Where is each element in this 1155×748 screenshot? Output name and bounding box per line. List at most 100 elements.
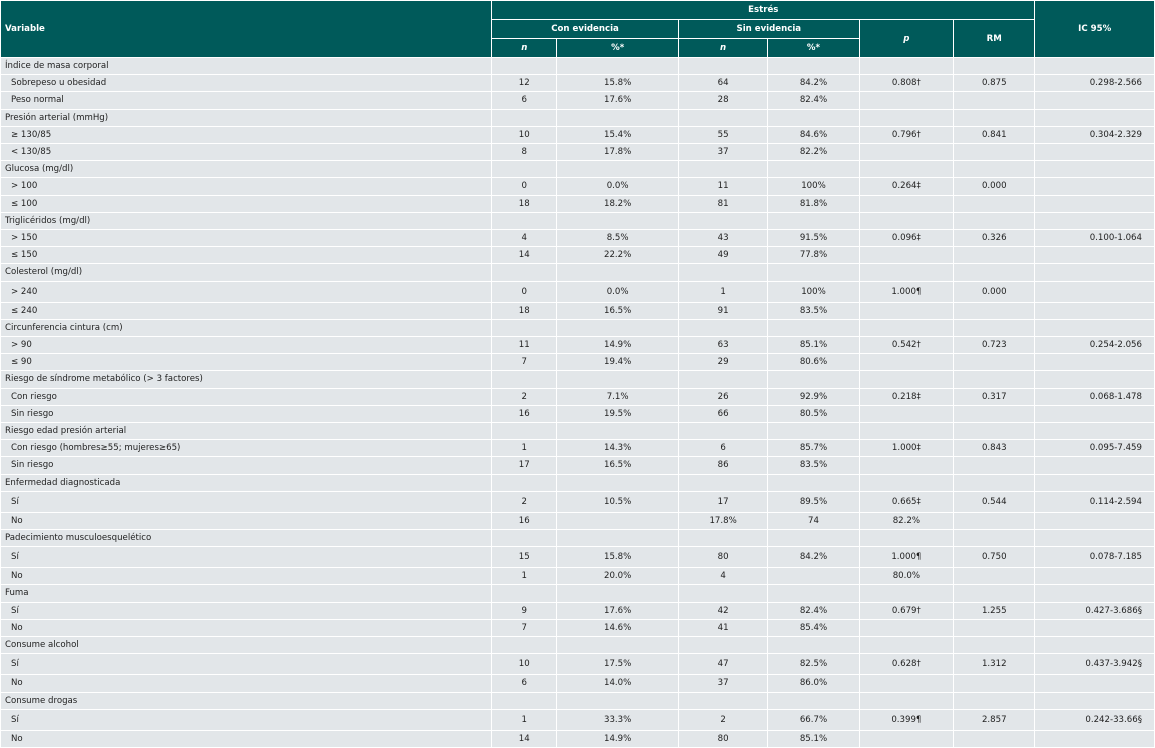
empty-cell — [859, 264, 954, 281]
cell-ic — [1035, 568, 1154, 585]
empty-cell — [768, 585, 859, 602]
empty-cell — [492, 161, 557, 178]
cell-pct-con: 0.0% — [557, 178, 678, 195]
cell-ic — [1035, 512, 1154, 530]
table-row: No 1 20.0% 4 80.0% — [1, 568, 1154, 585]
table-row: ≤ 240 18 16.5% 91 83.5% — [1, 302, 1154, 319]
cell-n-con: 14 — [492, 247, 557, 264]
cell-n-con: 6 — [492, 92, 557, 109]
empty-cell — [678, 637, 768, 654]
table-row: No 16 17.8% 74 82.2% — [1, 512, 1154, 530]
cell-n-sin: 66 — [678, 405, 768, 423]
cell-p: 0.218‡ — [859, 388, 954, 405]
cell-n-con: 11 — [492, 337, 557, 354]
row-label: Sí — [1, 602, 492, 619]
cell-pct-con: 14.3% — [557, 440, 678, 457]
results-table: Variable Estrés IC 95% Con evidencia Sin… — [0, 0, 1155, 748]
group-header-row: Riesgo de síndrome metabólico (> 3 facto… — [1, 371, 1154, 388]
cell-n-sin: 1 — [678, 281, 768, 302]
cell-ic — [1035, 195, 1154, 212]
table-row: ≤ 150 14 22.2% 49 77.8% — [1, 247, 1154, 264]
cell-n-con: 17 — [492, 457, 557, 474]
cell-n-sin: 26 — [678, 388, 768, 405]
cell-p — [859, 457, 954, 474]
empty-cell — [1035, 371, 1154, 388]
cell-pct-con: 16.5% — [557, 457, 678, 474]
cell-n-sin: 29 — [678, 354, 768, 371]
row-label: < 130/85 — [1, 144, 492, 161]
empty-cell — [557, 161, 678, 178]
empty-cell — [859, 161, 954, 178]
cell-p: 1.000‡ — [859, 440, 954, 457]
empty-cell — [859, 474, 954, 491]
cell-n-sin: 47 — [678, 654, 768, 675]
cell-ic: 0.095-7.459 — [1035, 440, 1154, 457]
empty-cell — [492, 264, 557, 281]
cell-n-sin: 42 — [678, 602, 768, 619]
cell-n-con: 0 — [492, 178, 557, 195]
cell-n-sin: 41 — [678, 619, 768, 637]
row-label: ≤ 90 — [1, 354, 492, 371]
row-label: Sin riesgo — [1, 457, 492, 474]
cell-pct-sin: 91.5% — [768, 230, 859, 247]
row-label: ≤ 100 — [1, 195, 492, 212]
cell-n-con: 7 — [492, 619, 557, 637]
empty-cell — [954, 161, 1035, 178]
group-title: Presión arterial (mmHg) — [1, 109, 492, 126]
cell-n-sin: 2 — [678, 709, 768, 730]
group-header-row: Fuma — [1, 585, 1154, 602]
cell-ic — [1035, 178, 1154, 195]
cell-pct-sin: 66.7% — [768, 709, 859, 730]
empty-cell — [678, 212, 768, 230]
empty-cell — [492, 212, 557, 230]
empty-cell — [954, 58, 1035, 75]
table-row: Sin riesgo 16 19.5% 66 80.5% — [1, 405, 1154, 423]
cell-pct-con: 0.0% — [557, 281, 678, 302]
header-sin-evidencia: Sin evidencia — [678, 20, 859, 38]
empty-cell — [557, 692, 678, 709]
empty-cell — [768, 692, 859, 709]
cell-n-sin: 28 — [678, 92, 768, 109]
cell-rm: 0.875 — [954, 75, 1035, 92]
cell-pct-con: 16.5% — [557, 302, 678, 319]
empty-cell — [492, 423, 557, 440]
cell-p — [859, 302, 954, 319]
cell-ic: 0.114-2.594 — [1035, 491, 1154, 512]
cell-n-con: 16 — [492, 512, 557, 530]
group-title: Riesgo edad presión arterial — [1, 423, 492, 440]
empty-cell — [678, 161, 768, 178]
group-header-row: Triglicéridos (mg/dl) — [1, 212, 1154, 230]
group-header-row: Riesgo edad presión arterial — [1, 423, 1154, 440]
group-title: Circunferencia cintura (cm) — [1, 319, 492, 337]
group-title: Enfermedad diagnosticada — [1, 474, 492, 491]
empty-cell — [954, 319, 1035, 337]
cell-rm — [954, 195, 1035, 212]
empty-cell — [492, 530, 557, 547]
empty-cell — [859, 585, 954, 602]
cell-p — [859, 405, 954, 423]
cell-ic — [1035, 457, 1154, 474]
row-label: No — [1, 568, 492, 585]
row-label: Con riesgo (hombres≥55; mujeres≥65) — [1, 440, 492, 457]
empty-cell — [768, 637, 859, 654]
row-label: No — [1, 675, 492, 692]
empty-cell — [557, 319, 678, 337]
cell-p — [859, 354, 954, 371]
header-con-evidencia: Con evidencia — [492, 20, 678, 38]
cell-n-con: 1 — [492, 568, 557, 585]
group-title: Glucosa (mg/dl) — [1, 161, 492, 178]
cell-n-sin: 64 — [678, 75, 768, 92]
cell-pct-con: 22.2% — [557, 247, 678, 264]
header-pct-con: %* — [557, 39, 678, 57]
cell-ic: 0.068-1.478 — [1035, 388, 1154, 405]
cell-n-sin: 6 — [678, 440, 768, 457]
table-row: > 90 11 14.9% 63 85.1% 0.542† 0.723 0.254-2.056 — [1, 337, 1154, 354]
empty-cell — [1035, 212, 1154, 230]
empty-cell — [557, 637, 678, 654]
empty-cell — [954, 692, 1035, 709]
cell-n-con: 16 — [492, 405, 557, 423]
empty-cell — [954, 585, 1035, 602]
empty-cell — [1035, 109, 1154, 126]
empty-cell — [859, 319, 954, 337]
cell-n-sin: 63 — [678, 337, 768, 354]
